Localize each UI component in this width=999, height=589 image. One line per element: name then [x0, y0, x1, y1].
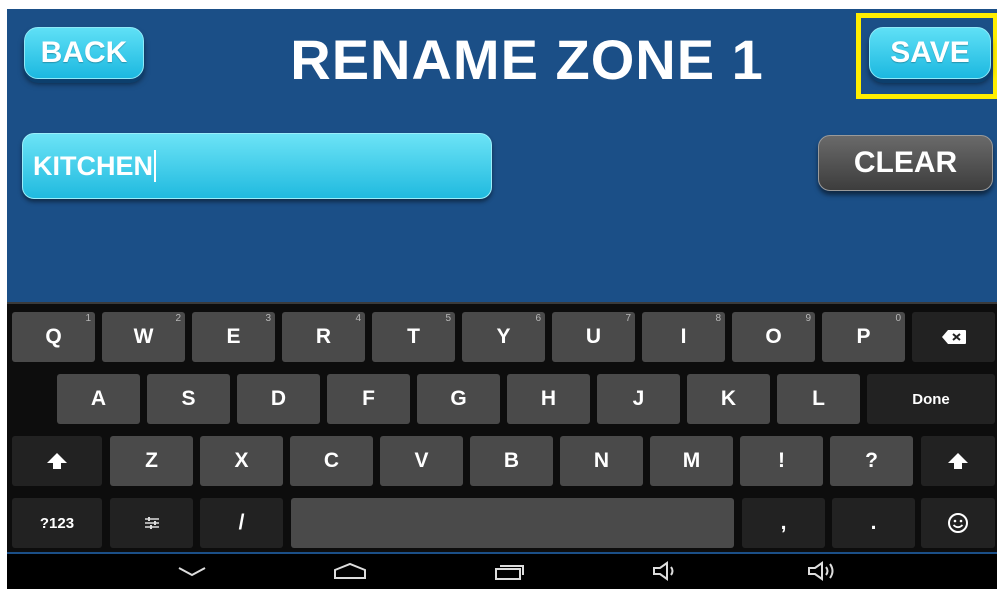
key-c[interactable]: C — [290, 436, 373, 486]
key-label: O — [765, 325, 782, 348]
symbols-key[interactable]: ?123 — [12, 498, 102, 548]
clear-button[interactable]: CLEAR — [818, 135, 993, 191]
key-label: P — [856, 325, 871, 348]
key-slash[interactable]: / — [200, 498, 283, 548]
key-hint: 0 — [895, 313, 901, 324]
key-label: Q — [45, 325, 62, 348]
zone-name-value: KITCHEN — [33, 150, 153, 181]
key-f[interactable]: F — [327, 374, 410, 424]
nav-back-icon — [178, 567, 206, 577]
key-label: W — [133, 325, 154, 348]
volume-up-icon — [808, 561, 834, 581]
backspace-key[interactable] — [912, 312, 995, 362]
key-z[interactable]: Z — [110, 436, 193, 486]
key-p[interactable]: P0 — [822, 312, 905, 362]
text-cursor — [154, 150, 156, 182]
key-u[interactable]: U7 — [552, 312, 635, 362]
nav-home-button[interactable] — [330, 558, 370, 584]
key-j[interactable]: J — [597, 374, 680, 424]
volume-down-icon — [653, 561, 674, 581]
nav-recents-icon — [495, 565, 524, 580]
key-q[interactable]: Q1 — [12, 312, 95, 362]
nav-back-button[interactable] — [175, 558, 209, 584]
done-key[interactable]: Done — [867, 374, 995, 424]
back-button[interactable]: BACK — [24, 27, 144, 79]
keyboard-settings-key[interactable] — [110, 498, 193, 548]
key-label: E — [226, 325, 241, 348]
zone-name-input[interactable]: KITCHEN — [22, 133, 492, 199]
key-hint: 7 — [625, 313, 631, 324]
soft-keyboard: Q1 W2 E3 R4 T5 Y6 U7 I8 O9 P0 A S D F G … — [7, 302, 997, 552]
key-label: T — [407, 325, 420, 348]
key-b[interactable]: B — [470, 436, 553, 486]
key-a[interactable]: A — [57, 374, 140, 424]
volume-down-button[interactable] — [650, 558, 682, 584]
page-title: RENAME ZONE 1 — [290, 28, 764, 91]
key-r[interactable]: R4 — [282, 312, 365, 362]
key-y[interactable]: Y6 — [462, 312, 545, 362]
key-label: U — [585, 325, 602, 348]
key-l[interactable]: L — [777, 374, 860, 424]
key-t[interactable]: T5 — [372, 312, 455, 362]
emoji-icon — [948, 513, 968, 533]
key-o[interactable]: O9 — [732, 312, 815, 362]
key-hint: 2 — [175, 313, 181, 324]
shift-icon — [948, 453, 968, 469]
volume-up-button[interactable] — [805, 558, 841, 584]
key-s[interactable]: S — [147, 374, 230, 424]
key-v[interactable]: V — [380, 436, 463, 486]
key-hint: 5 — [445, 313, 451, 324]
key-k[interactable]: K — [687, 374, 770, 424]
emoji-key[interactable] — [921, 498, 995, 548]
key-h[interactable]: H — [507, 374, 590, 424]
key-hint: 3 — [265, 313, 271, 324]
key-label: I — [680, 325, 687, 348]
key-period[interactable]: . — [832, 498, 915, 548]
system-nav-bar — [7, 554, 997, 589]
keyboard-settings-icon — [144, 517, 159, 529]
key-x[interactable]: X — [200, 436, 283, 486]
shift-key-right[interactable] — [921, 436, 995, 486]
key-i[interactable]: I8 — [642, 312, 725, 362]
shift-key-left[interactable] — [12, 436, 102, 486]
key-n[interactable]: N — [560, 436, 643, 486]
key-hint: 9 — [805, 313, 811, 324]
key-hint: 1 — [85, 313, 91, 324]
backspace-icon — [941, 330, 966, 344]
key-w[interactable]: W2 — [102, 312, 185, 362]
nav-recents-button[interactable] — [491, 558, 527, 584]
app-screen: BACK RENAME ZONE 1 SAVE KITCHEN CLEAR Q1… — [7, 9, 997, 589]
shift-icon — [47, 453, 67, 469]
key-e[interactable]: E3 — [192, 312, 275, 362]
space-bar[interactable] — [291, 498, 734, 548]
key-g[interactable]: G — [417, 374, 500, 424]
key-label: Y — [496, 325, 511, 348]
key-exclamation[interactable]: ! — [740, 436, 823, 486]
key-hint: 8 — [715, 313, 721, 324]
key-hint: 6 — [535, 313, 541, 324]
key-d[interactable]: D — [237, 374, 320, 424]
key-m[interactable]: M — [650, 436, 733, 486]
key-question[interactable]: ? — [830, 436, 913, 486]
key-hint: 4 — [355, 313, 361, 324]
key-comma[interactable]: , — [742, 498, 825, 548]
save-button[interactable]: SAVE — [869, 27, 991, 79]
key-label: R — [315, 325, 332, 348]
nav-home-icon — [334, 562, 366, 579]
